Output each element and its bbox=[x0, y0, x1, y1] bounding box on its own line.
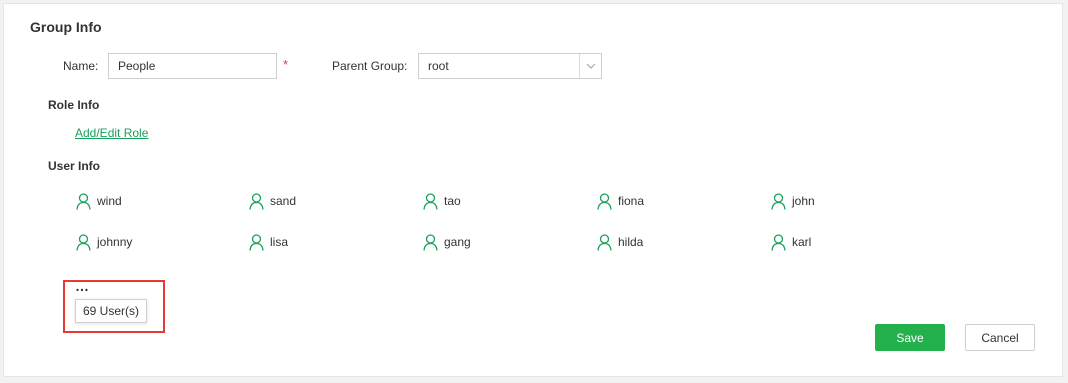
user-name: sand bbox=[270, 194, 297, 208]
user-icon bbox=[597, 192, 612, 210]
save-button[interactable]: Save bbox=[875, 324, 945, 351]
user-item: lisa bbox=[249, 232, 288, 252]
user-name: lisa bbox=[270, 235, 289, 249]
user-name: fiona bbox=[618, 194, 645, 208]
user-item: hilda bbox=[597, 232, 643, 252]
user-name: hilda bbox=[618, 235, 644, 249]
parent-group-select[interactable]: root bbox=[418, 53, 602, 79]
user-item: sand bbox=[249, 191, 296, 211]
role-info-heading: Role Info bbox=[48, 98, 100, 112]
user-item: wind bbox=[76, 191, 122, 211]
user-name: johnny bbox=[97, 235, 133, 249]
chevron-down-icon[interactable] bbox=[579, 54, 601, 78]
user-item: john bbox=[771, 191, 815, 211]
user-icon bbox=[249, 233, 264, 251]
user-name: karl bbox=[792, 235, 812, 249]
user-icon bbox=[771, 192, 786, 210]
user-item: gang bbox=[423, 232, 471, 252]
user-item: tao bbox=[423, 191, 461, 211]
user-item: fiona bbox=[597, 191, 644, 211]
user-item: karl bbox=[771, 232, 811, 252]
cancel-button[interactable]: Cancel bbox=[965, 324, 1035, 351]
user-icon bbox=[249, 192, 264, 210]
group-info-heading: Group Info bbox=[30, 19, 102, 35]
user-icon bbox=[423, 233, 438, 251]
name-label: Name: bbox=[63, 59, 99, 73]
user-name: tao bbox=[444, 194, 461, 208]
user-info-heading: User Info bbox=[48, 159, 101, 173]
user-name: gang bbox=[444, 235, 471, 249]
required-marker: * bbox=[283, 57, 289, 72]
user-icon bbox=[76, 192, 91, 210]
name-input[interactable] bbox=[108, 53, 277, 79]
highlight-box bbox=[63, 280, 165, 333]
user-item: johnny bbox=[76, 232, 132, 252]
user-name: john bbox=[792, 194, 815, 208]
add-edit-role-link[interactable]: Add/Edit Role bbox=[75, 126, 148, 140]
user-icon bbox=[771, 233, 786, 251]
user-icon bbox=[76, 233, 91, 251]
user-icon bbox=[423, 192, 438, 210]
user-icon bbox=[597, 233, 612, 251]
parent-group-value: root bbox=[428, 59, 449, 73]
user-name: wind bbox=[97, 194, 122, 208]
parent-group-label: Parent Group: bbox=[332, 59, 408, 73]
